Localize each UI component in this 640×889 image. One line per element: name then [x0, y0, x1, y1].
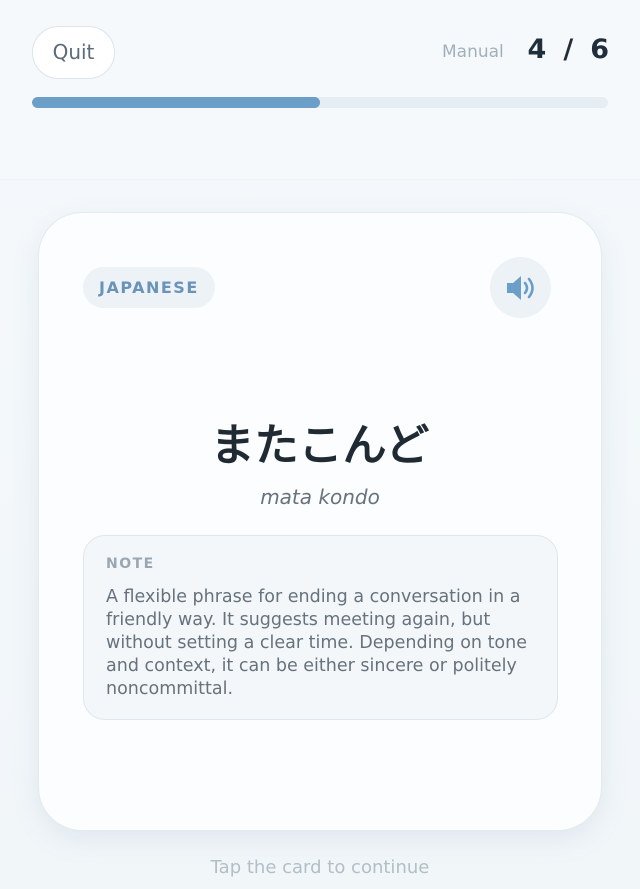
progress-counter: 4 / 6	[528, 34, 610, 65]
flashcard-screen: Quit Manual 4 / 6 JAPANESE またこんど mata kond…	[0, 0, 640, 889]
language-badge: JAPANESE	[83, 267, 215, 308]
speaker-icon	[506, 275, 534, 300]
current-card-number: 4	[527, 34, 548, 65]
note-title: NOTE	[106, 556, 155, 572]
term-word: またこんど	[210, 420, 430, 471]
term-romanization: mata kondo	[260, 485, 380, 509]
quit-button[interactable]: Quit	[32, 26, 115, 79]
flashcard[interactable]: JAPANESE またこんど mata kondo NOTE A flexibl…	[38, 212, 602, 831]
top-bar: Quit Manual 4 / 6	[0, 0, 640, 180]
note-box: NOTE A flexible phrase for ending a conv…	[83, 535, 558, 720]
note-text: A flexible phrase for ending a conversat…	[106, 587, 527, 699]
continue-hint: Tap the card to continue	[210, 857, 430, 878]
counter-separator: /	[563, 34, 575, 65]
mode-label: Manual	[442, 42, 504, 62]
progress-bar	[32, 97, 608, 108]
play-audio-button[interactable]	[490, 257, 551, 318]
progress-fill	[32, 97, 320, 108]
total-card-number: 6	[590, 34, 610, 65]
